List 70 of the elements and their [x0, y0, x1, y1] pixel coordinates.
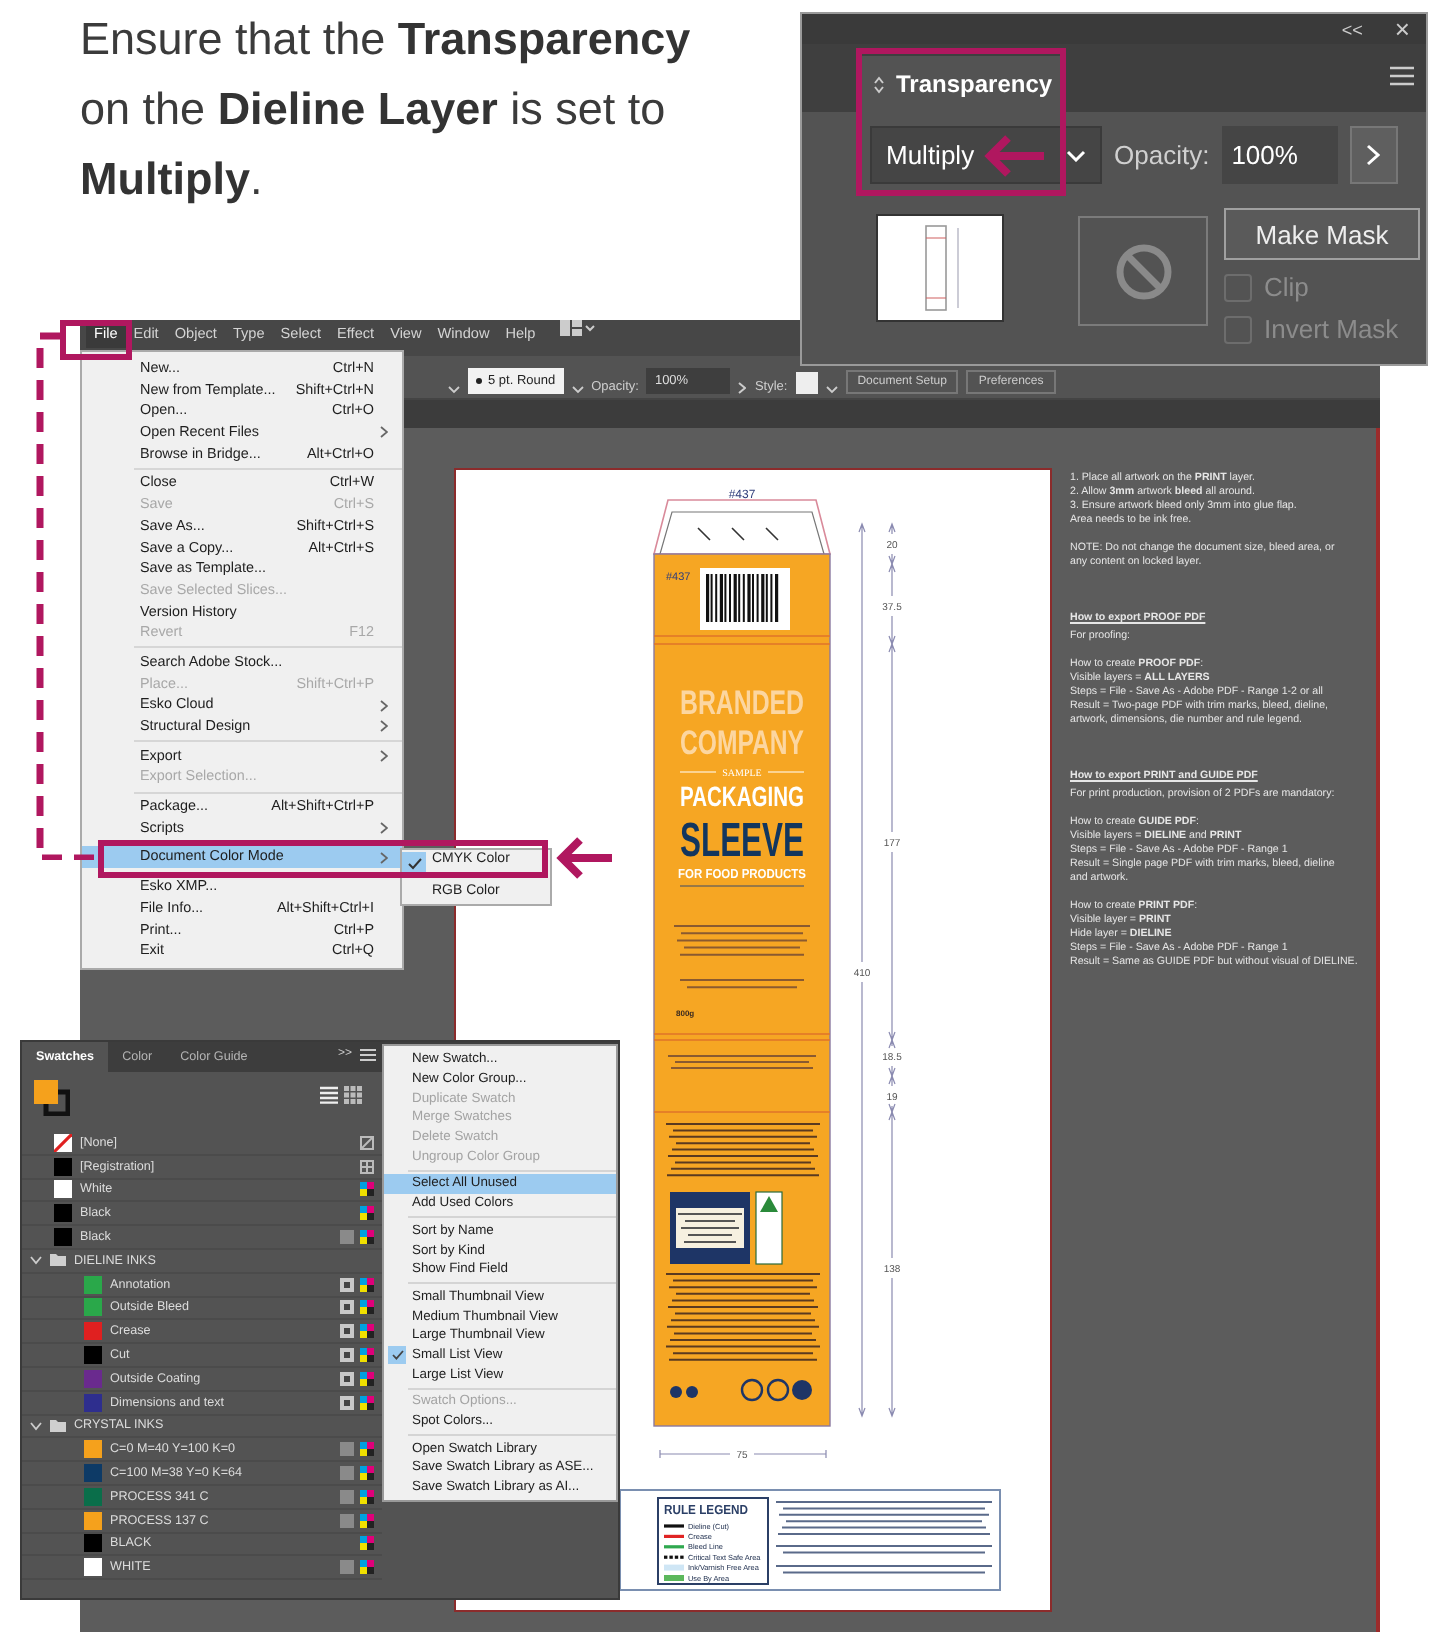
- product-title: PACKAGING: [680, 780, 850, 812]
- mask-thumbnail[interactable]: [1078, 216, 1208, 326]
- caret-icon: [1066, 149, 1086, 161]
- panel-tab[interactable]: Transparency: [862, 56, 1062, 112]
- legend-box: [657, 1497, 769, 1585]
- prohibited-icon: [1113, 241, 1173, 301]
- style-swatch[interactable]: [795, 372, 818, 394]
- chevron-icon: [380, 822, 388, 835]
- opacity-field[interactable]: 100%: [1221, 126, 1338, 184]
- highlight-frame: [60, 320, 132, 360]
- symbols-drawing: [670, 1378, 812, 1402]
- global-color-icon: [340, 1230, 354, 1245]
- global-color-icon: [340, 1560, 354, 1575]
- make-mask-button[interactable]: Make Mask: [1224, 208, 1420, 260]
- checkbox-label: Clip: [1264, 272, 1309, 302]
- workspace-icon[interactable]: [559, 320, 596, 336]
- caret-icon[interactable]: [448, 386, 460, 394]
- brand-name: BRANDED: [680, 684, 850, 722]
- no-color-swatch: [54, 1133, 72, 1152]
- chevron-icon: [1366, 144, 1381, 166]
- chevron-down-icon[interactable]: [30, 1419, 42, 1432]
- nutrition-panel-drawing: [670, 1192, 750, 1264]
- layer-thumbnail[interactable]: [876, 214, 1004, 322]
- menu-icon[interactable]: [1390, 66, 1414, 86]
- instruction-text: Ensure that the Transparency on the Dieline Layer is set to Multiply.: [80, 12, 693, 208]
- dot-icon: [476, 378, 482, 384]
- chevron-down-icon[interactable]: [30, 1254, 42, 1267]
- process-color-icon: [360, 1489, 374, 1504]
- check-icon: [407, 857, 421, 869]
- checkbox-label: Invert Mask: [1264, 314, 1399, 344]
- process-color-icon: [360, 1300, 374, 1315]
- process-color-icon: [360, 1395, 374, 1410]
- badge-icon: [755, 1191, 783, 1265]
- process-color-icon: [360, 1560, 374, 1575]
- folder-icon: [50, 1419, 66, 1432]
- process-color-icon: [360, 1348, 374, 1363]
- close-button[interactable]: ×: [1394, 16, 1410, 42]
- chevron-icon: [380, 426, 388, 439]
- registration-icon: [360, 1159, 374, 1174]
- no-edit-icon: [360, 1135, 374, 1150]
- opacity-slider-button[interactable]: [1349, 126, 1398, 184]
- pointer-arrow: [556, 836, 616, 880]
- menu-icon[interactable]: [360, 1048, 376, 1062]
- folder-icon: [50, 1254, 66, 1267]
- blend-mode-dropdown[interactable]: Multiply: [870, 126, 1102, 184]
- grid-view-icon[interactable]: [344, 1086, 362, 1104]
- process-color-icon: [360, 1230, 374, 1245]
- process-color-icon: [360, 1182, 374, 1197]
- list-view-icon[interactable]: [320, 1086, 338, 1104]
- process-color-icon: [360, 1277, 374, 1292]
- collapse-button[interactable]: <<: [1341, 19, 1363, 39]
- chevron-icon: [380, 750, 388, 763]
- process-color-icon: [360, 1513, 374, 1528]
- opacity-label: Opacity:: [1114, 140, 1210, 170]
- process-color-icon: [360, 1371, 374, 1386]
- process-color-icon: [360, 1324, 374, 1339]
- pointer-arrow: [984, 134, 1048, 178]
- fill-stroke-icon[interactable]: [34, 1080, 70, 1116]
- process-color-icon: [360, 1536, 374, 1551]
- chevron-icon: [380, 851, 388, 864]
- caret-icon[interactable]: [571, 386, 584, 394]
- caret-icon[interactable]: [825, 386, 838, 394]
- brand-name: COMPANY: [680, 724, 852, 762]
- process-color-icon: [360, 1442, 374, 1457]
- product-title: SLEEVE: [680, 814, 870, 868]
- process-color-icon: [360, 1466, 374, 1481]
- updown-icon: [874, 75, 884, 93]
- barcode-icon: [700, 568, 790, 630]
- process-color-icon: [360, 1206, 374, 1221]
- chevron-icon[interactable]: [738, 382, 747, 394]
